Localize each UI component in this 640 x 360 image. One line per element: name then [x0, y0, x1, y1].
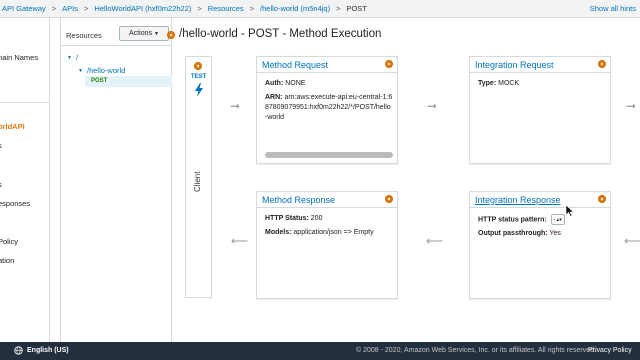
settings-dot-icon[interactable] [598, 60, 606, 68]
expand-triangle-icon[interactable]: ▼ [67, 55, 72, 61]
breadcrumb-resources[interactable]: Resources [208, 4, 244, 13]
breadcrumb-separator: > [51, 4, 57, 13]
settings-dot-icon[interactable] [167, 31, 175, 39]
show-all-hints-link[interactable]: Show all hints [590, 4, 636, 13]
http-status-value: 200 [310, 215, 323, 222]
settings-dot-icon[interactable] [598, 195, 606, 203]
settings-dot-icon[interactable] [194, 62, 202, 70]
method-response-title[interactable]: Method Response [257, 192, 397, 208]
scrollbar-thumb[interactable] [265, 152, 393, 158]
language-selector[interactable]: English (US) [27, 347, 69, 354]
caret-down-icon: ▼ [154, 30, 159, 37]
auth-label: Auth: [265, 80, 284, 87]
copyright-text: © 2008 - 2020, Amazon Web Services, Inc.… [356, 347, 596, 354]
page-title: /hello-world - POST - Method Execution [179, 28, 382, 40]
status-pattern-select[interactable]: - ▴▾ [550, 214, 565, 225]
integration-response-box: Integration Response HTTP status pattern… [469, 191, 611, 299]
nav-item-resource-policy[interactable]: Policy [0, 237, 18, 246]
breadcrumb-separator: > [249, 4, 255, 13]
privacy-policy-link[interactable]: Privacy Policy [588, 347, 632, 354]
test-button[interactable]: TEST [186, 74, 211, 80]
left-navigation: main Names orldAPI s s esponses Policy a… [0, 18, 50, 342]
status-pattern-label: HTTP status pattern: [478, 216, 547, 224]
actions-dropdown-button[interactable]: Actions ▼ [119, 26, 169, 41]
passthrough-value: Yes [549, 230, 561, 238]
arn-value: arn:aws:execute-api:eu-central-1:6878090… [265, 94, 393, 121]
arrow-right-icon: ➞ [427, 99, 438, 113]
nav-divider [0, 102, 49, 103]
models-value: application/json => Empty [293, 229, 374, 236]
http-status-label: HTTP Status: [265, 215, 309, 222]
breadcrumb-separator: > [336, 4, 341, 13]
client-label: Client [193, 171, 202, 192]
breadcrumb-apis[interactable]: APIs [62, 4, 78, 13]
arrow-left-icon: ⟵ [231, 234, 249, 248]
nav-item-documentation[interactable]: ation [0, 256, 14, 265]
integration-request-body: Type: MOCK [478, 79, 606, 89]
nav-item-domain-names[interactable]: main Names [0, 53, 38, 62]
settings-dot-icon[interactable] [385, 60, 393, 68]
method-response-body: HTTP Status: 200 Models: application/jso… [265, 214, 393, 238]
arrow-right-icon: ➞ [626, 99, 637, 113]
auth-value: NONE [285, 80, 306, 87]
tree-item-post[interactable]: POST [85, 76, 172, 87]
resources-title: Resources [66, 31, 102, 40]
horizontal-scrollbar[interactable] [265, 152, 393, 158]
expand-triangle-icon[interactable]: ▼ [78, 68, 83, 74]
arrow-left-icon: ⟵ [624, 234, 640, 248]
client-panel: TEST Client [185, 56, 212, 298]
arrow-right-icon: ➞ [230, 99, 241, 113]
arrow-left-icon: ⟵ [426, 234, 444, 248]
actions-label: Actions [129, 30, 152, 37]
nav-item-resources[interactable]: s [0, 141, 2, 150]
breadcrumb: API Gateway > APIs > HelloWorldAPI (hxf0… [0, 0, 640, 18]
breadcrumb-resource-path[interactable]: /hello-world (m5n4jq) [260, 4, 330, 13]
lightning-bolt-icon[interactable] [194, 83, 204, 97]
method-request-title[interactable]: Method Request [257, 57, 397, 73]
mouse-cursor-icon [566, 205, 574, 217]
nav-item-api-name[interactable]: orldAPI [0, 122, 25, 131]
settings-dot-icon[interactable] [385, 195, 393, 203]
passthrough-label: Output passthrough: [478, 230, 548, 238]
breadcrumb-separator: > [84, 4, 89, 13]
breadcrumb-api-gateway[interactable]: API Gateway [2, 4, 46, 13]
breadcrumb-separator: > [197, 4, 202, 13]
nav-item-gateway-responses[interactable]: esponses [0, 199, 30, 208]
integration-request-title[interactable]: Integration Request [470, 57, 610, 73]
tree-item-hello-world[interactable]: /hello-world [87, 66, 125, 75]
footer: English (US) © 2008 - 2020, Amazon Web S… [0, 342, 640, 360]
method-request-box: Method Request Auth: NONE ARN: arn:aws:e… [256, 56, 398, 164]
tree-item-root[interactable]: / [76, 53, 78, 62]
models-label: Models: [265, 229, 292, 236]
integration-request-box: Integration Request Type: MOCK [469, 56, 611, 164]
integration-response-body: HTTP status pattern: - ▴▾ Output passthr… [478, 214, 606, 239]
status-pattern-value: - [553, 217, 556, 223]
method-response-box: Method Response HTTP Status: 200 Models:… [256, 191, 398, 299]
nav-item-stages[interactable]: s [0, 180, 2, 189]
method-request-body: Auth: NONE ARN: arn:aws:execute-api:eu-c… [265, 79, 393, 123]
breadcrumb-current: POST [346, 4, 367, 13]
arn-label: ARN: [265, 94, 283, 101]
type-label: Type: [478, 80, 497, 87]
integration-response-title[interactable]: Integration Response [470, 192, 610, 208]
panel-divider [61, 45, 172, 46]
type-value: MOCK [498, 80, 520, 87]
globe-icon [14, 346, 23, 355]
resources-panel: Resources Actions ▼ ▼ / ▼ /hello-world P… [60, 18, 172, 342]
breadcrumb-api-name[interactable]: HelloWorldAPI (hxf0m22h22) [94, 4, 191, 13]
